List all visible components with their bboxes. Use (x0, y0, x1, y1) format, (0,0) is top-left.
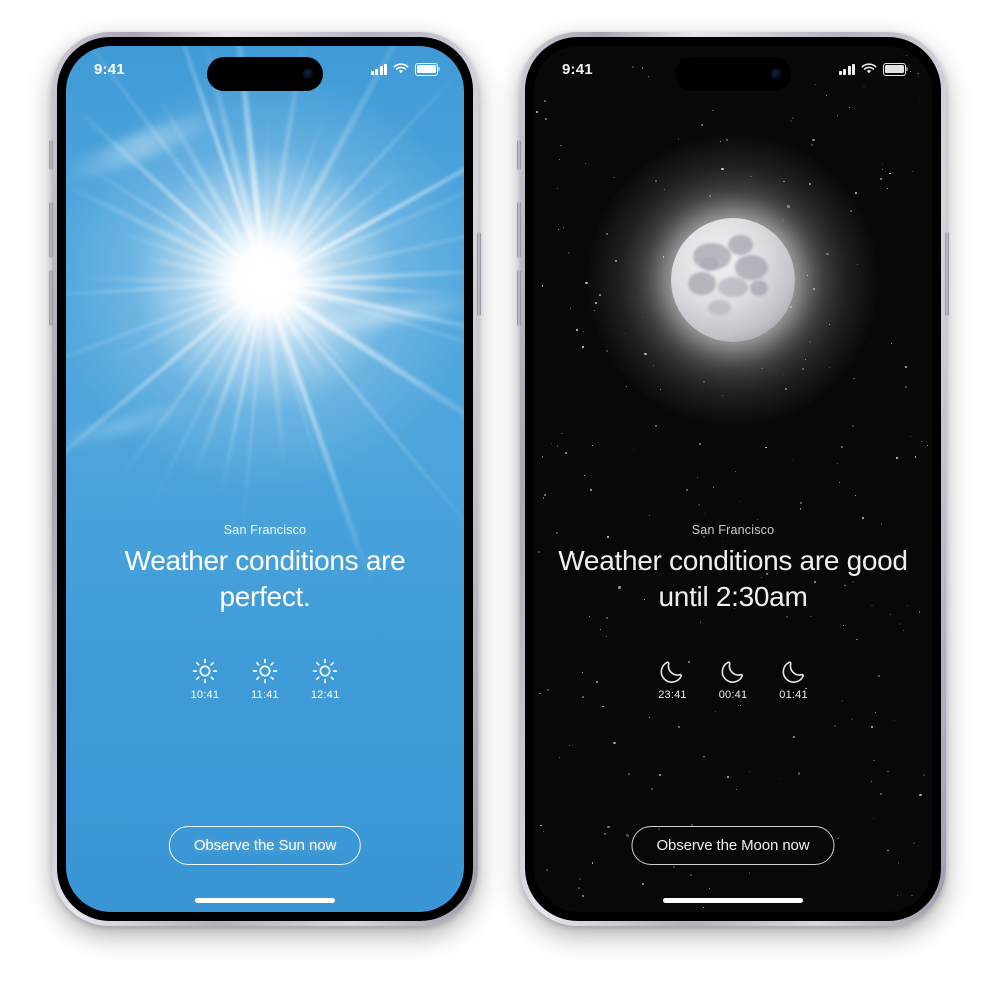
forecast-item: 12:41 (311, 658, 340, 701)
observe-moon-button[interactable]: Observe the Moon now (631, 826, 835, 865)
phone-device-moon: 9:41 San Francisco Weather conditions ar… (517, 32, 949, 926)
forecast-item: 00:41 (719, 658, 748, 701)
crescent-moon-icon (782, 661, 804, 683)
front-camera-icon (771, 68, 782, 80)
crescent-moon-icon (721, 661, 744, 683)
forecast-item: 11:41 (251, 658, 279, 701)
city-label: San Francisco (223, 523, 307, 537)
phone-device-sun: 9:41 San Francisco Weather conditions ar… (49, 32, 481, 926)
wifi-icon (861, 63, 877, 74)
sun-icon (252, 658, 278, 684)
action-button[interactable] (49, 140, 53, 170)
screenshot-canvas: 9:41 San Francisco Weather conditions ar… (0, 0, 1000, 1000)
screen-sun: 9:41 San Francisco Weather conditions ar… (66, 46, 464, 912)
city-label: San Francisco (691, 523, 775, 537)
screen-moon: 9:41 San Francisco Weather conditions ar… (534, 46, 932, 912)
screen-content-sun: San Francisco Weather conditions are per… (66, 46, 464, 912)
dynamic-island (675, 57, 791, 91)
battery-icon (415, 62, 440, 76)
forecast-item: 01:41 (779, 658, 808, 701)
forecast-time: 10:41 (190, 689, 220, 701)
home-indicator[interactable] (663, 898, 803, 903)
phone-bezel: 9:41 San Francisco Weather conditions ar… (57, 37, 473, 921)
forecast-time: 23:41 (658, 689, 687, 701)
cellular-signal-icon (371, 63, 387, 75)
front-camera-icon (303, 68, 314, 80)
forecast-item: 10:41 (191, 658, 220, 701)
headline-text: Weather conditions are good until 2:30am (558, 545, 908, 612)
hourly-forecast-row: 10:41 11:41 12:41 (66, 658, 464, 701)
status-indicators (371, 62, 440, 76)
volume-down-button[interactable] (49, 270, 53, 326)
sun-icon (192, 658, 218, 684)
forecast-item: 23:41 (658, 658, 687, 701)
status-clock: 9:41 (94, 60, 125, 78)
headline-text: Weather conditions are perfect. (124, 545, 406, 612)
observe-sun-button[interactable]: Observe the Sun now (168, 826, 362, 865)
action-button[interactable] (517, 140, 521, 170)
volume-up-button[interactable] (49, 202, 53, 258)
forecast-time: 01:41 (779, 689, 808, 701)
cellular-signal-icon (839, 63, 855, 75)
status-clock: 9:41 (562, 60, 593, 78)
forecast-time: 00:41 (718, 689, 748, 701)
status-indicators (839, 62, 908, 76)
forecast-time: 12:41 (310, 689, 340, 701)
battery-icon (883, 62, 908, 76)
power-button[interactable] (945, 232, 949, 316)
volume-down-button[interactable] (517, 270, 521, 326)
home-indicator[interactable] (195, 898, 335, 903)
volume-up-button[interactable] (517, 202, 521, 258)
hourly-forecast-row: 23:41 00:41 01:41 (534, 658, 932, 701)
phone-bezel: 9:41 San Francisco Weather conditions ar… (525, 37, 941, 921)
screen-content-moon: San Francisco Weather conditions are goo… (534, 46, 932, 912)
sun-icon (312, 658, 338, 684)
wifi-icon (393, 63, 409, 74)
power-button[interactable] (477, 232, 481, 316)
crescent-moon-icon (661, 661, 683, 683)
dynamic-island (207, 57, 323, 91)
forecast-time: 11:41 (251, 689, 279, 701)
